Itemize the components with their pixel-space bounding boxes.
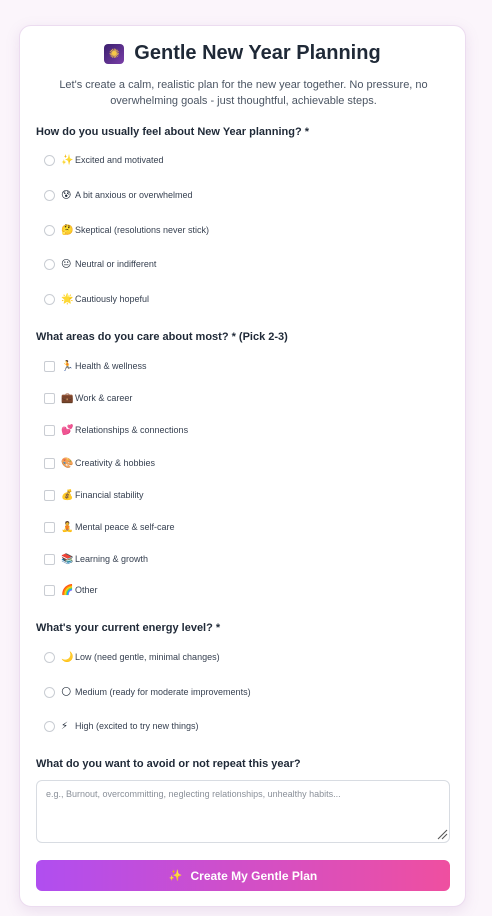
feeling-option-skeptical[interactable]: 🤔 Skeptical (resolutions never stick): [44, 222, 209, 238]
feeling-question-label: How do you usually feel about New Year p…: [36, 126, 310, 138]
avoid-question-label: What do you want to avoid or not repeat …: [36, 758, 301, 770]
area-option-learning[interactable]: 📚 Learning & growth: [44, 551, 148, 567]
checkbox[interactable]: [44, 360, 55, 372]
money-bag-icon: 💰: [61, 489, 74, 501]
option-label: Financial stability: [75, 490, 144, 500]
palette-icon: 🎨: [61, 457, 74, 469]
checkbox[interactable]: [44, 424, 55, 436]
full-moon-icon: 🌕: [61, 686, 72, 698]
create-plan-label: Create My Gentle Plan: [190, 868, 318, 883]
hearts-icon: 💕: [61, 424, 74, 436]
create-plan-button[interactable]: ✨ Create My Gentle Plan: [36, 860, 450, 891]
areas-question-label: What areas do you care about most? * (Pi…: [36, 331, 288, 343]
energy-question-label: What's your current energy level? *: [36, 622, 221, 634]
option-label: Skeptical (resolutions never stick): [75, 225, 210, 235]
briefcase-icon: 💼: [61, 392, 74, 404]
radio-button[interactable]: [44, 720, 55, 732]
meditation-icon: 🧘: [61, 521, 74, 533]
option-label: Creativity & hobbies: [75, 458, 156, 468]
page-title: Gentle New Year Planning: [134, 42, 381, 64]
neutral-face-icon: 😐: [61, 258, 72, 270]
planning-form-card: ✺ Gentle New Year Planning Let's create …: [19, 25, 466, 907]
area-option-financial[interactable]: 💰 Financial stability: [44, 487, 144, 503]
option-label: High (excited to try new things): [75, 721, 199, 731]
area-option-health[interactable]: 🏃 Health & wellness: [44, 358, 147, 374]
radio-button[interactable]: [44, 189, 55, 201]
radio-button[interactable]: [44, 258, 55, 270]
area-option-work[interactable]: 💼 Work & career: [44, 390, 132, 406]
area-option-mental-peace[interactable]: 🧘 Mental peace & self-care: [44, 519, 175, 535]
sparkles-emoji-icon: ✨: [61, 154, 74, 166]
feeling-option-anxious[interactable]: 😰 A bit anxious or overwhelmed: [44, 187, 193, 203]
option-label: Other: [75, 585, 98, 595]
sparkles-icon: ✨: [168, 870, 183, 882]
feeling-option-hopeful[interactable]: 🌟 Cautiously hopeful: [44, 291, 149, 307]
sparkler-icon: ✺: [104, 43, 125, 64]
option-label: A bit anxious or overwhelmed: [75, 190, 193, 200]
radio-button[interactable]: [44, 651, 55, 663]
radio-button[interactable]: [44, 293, 55, 305]
option-label: Medium (ready for moderate improvements): [75, 687, 251, 697]
checkbox[interactable]: [44, 521, 55, 533]
option-label: Low (need gentle, minimal changes): [75, 652, 220, 662]
radio-button[interactable]: [44, 686, 55, 698]
lightning-icon: ⚡: [61, 720, 69, 732]
thinking-face-icon: 🤔: [61, 224, 74, 236]
option-label: Excited and motivated: [75, 155, 164, 165]
moon-icon: 🌙: [61, 651, 74, 663]
checkbox[interactable]: [44, 489, 55, 501]
area-option-relationships[interactable]: 💕 Relationships & connections: [44, 422, 188, 438]
radio-button[interactable]: [44, 224, 55, 236]
energy-option-high[interactable]: ⚡ High (excited to try new things): [44, 718, 199, 734]
radio-button[interactable]: [44, 154, 55, 166]
anxious-face-icon: 😰: [61, 189, 72, 201]
checkbox[interactable]: [44, 584, 55, 596]
option-label: Work & career: [75, 393, 133, 403]
rainbow-icon: 🌈: [61, 584, 74, 596]
option-label: Relationships & connections: [75, 425, 189, 435]
checkbox[interactable]: [44, 392, 55, 404]
header: ✺ Gentle New Year Planning: [20, 42, 465, 65]
energy-option-low[interactable]: 🌙 Low (need gentle, minimal changes): [44, 649, 220, 665]
feeling-option-neutral[interactable]: 😐 Neutral or indifferent: [44, 256, 156, 272]
energy-option-medium[interactable]: 🌕 Medium (ready for moderate improvement…: [44, 684, 251, 700]
star-icon: 🌟: [61, 293, 74, 305]
page-subtitle: Let's create a calm, realistic plan for …: [59, 79, 428, 107]
option-label: Health & wellness: [75, 361, 147, 371]
resize-handle-icon[interactable]: [436, 828, 448, 840]
avoid-textarea[interactable]: [36, 780, 450, 843]
option-label: Mental peace & self-care: [75, 522, 175, 532]
area-option-other[interactable]: 🌈 Other: [44, 582, 98, 598]
feeling-option-excited[interactable]: ✨ Excited and motivated: [44, 152, 164, 168]
option-label: Cautiously hopeful: [75, 294, 150, 304]
area-option-creativity[interactable]: 🎨 Creativity & hobbies: [44, 455, 155, 471]
checkbox[interactable]: [44, 553, 55, 565]
books-icon: 📚: [61, 553, 74, 565]
option-label: Learning & growth: [75, 554, 149, 564]
checkbox[interactable]: [44, 457, 55, 469]
option-label: Neutral or indifferent: [75, 259, 157, 269]
runner-icon: 🏃: [61, 360, 74, 372]
